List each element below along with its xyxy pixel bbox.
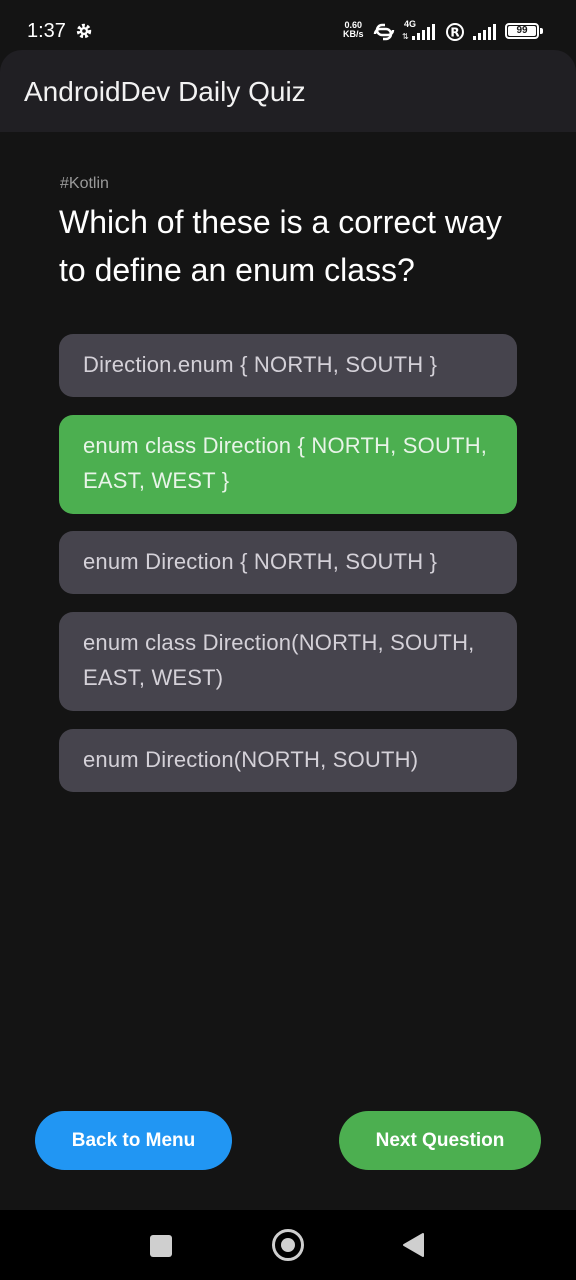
battery-level: 99 — [508, 26, 536, 36]
answer-option[interactable]: Direction.enum { NORTH, SOUTH } — [59, 334, 517, 397]
app-bar: AndroidDev Daily Quiz — [0, 50, 576, 132]
question-text: Which of these is a correct way to defin… — [59, 204, 502, 288]
system-nav-bar — [0, 1210, 576, 1280]
network-speed: 0.60 KB/s — [343, 20, 364, 39]
battery-icon: 99 — [505, 23, 539, 39]
answer-option-correct[interactable]: enum class Direction { NORTH, SOUTH, EAS… — [59, 415, 517, 514]
svg-text:⇅: ⇅ — [402, 32, 409, 41]
link-icon — [373, 23, 395, 41]
gear-icon — [76, 23, 92, 39]
next-question-button[interactable]: Next Question — [339, 1111, 541, 1170]
answer-option[interactable]: enum Direction(NORTH, SOUTH) — [59, 729, 517, 792]
status-bar: 1:37 0.60 KB/s 4G ⇅ R 99 — [0, 0, 576, 50]
circle-icon[interactable] — [272, 1229, 304, 1261]
square-icon[interactable] — [150, 1235, 172, 1257]
answer-option[interactable]: enum Direction { NORTH, SOUTH } — [59, 531, 517, 594]
app-title: AndroidDev Daily Quiz — [24, 76, 306, 107]
question-topic: #Kotlin — [60, 175, 109, 192]
signal-icon: ⇅ — [402, 24, 435, 41]
status-time: 1:37 — [27, 20, 66, 42]
roaming-r-icon: R — [446, 23, 464, 41]
svg-text:R: R — [450, 26, 459, 40]
back-to-menu-button[interactable]: Back to Menu — [35, 1111, 232, 1170]
answer-option[interactable]: enum class Direction(NORTH, SOUTH, EAST,… — [59, 612, 517, 711]
quiz-screen: 1:37 0.60 KB/s 4G ⇅ R 99 AndroidDev Dail… — [0, 0, 576, 1280]
triangle-back-icon[interactable] — [401, 1232, 425, 1258]
battery-tip — [540, 28, 543, 34]
home-dot — [281, 1238, 295, 1252]
signal-icon — [473, 24, 496, 40]
